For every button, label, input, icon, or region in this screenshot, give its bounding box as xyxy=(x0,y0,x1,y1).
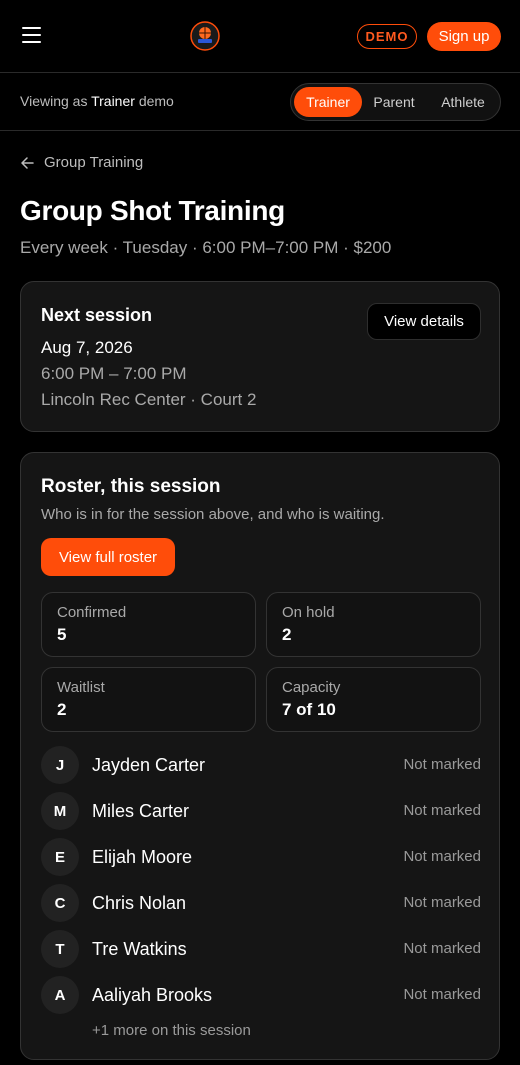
menu-icon[interactable] xyxy=(22,26,42,44)
attendance-status[interactable]: Not marked xyxy=(403,940,481,957)
attendance-status[interactable]: Not marked xyxy=(403,986,481,1003)
back-link[interactable]: Group Training xyxy=(20,154,143,171)
page-title: Group Shot Training xyxy=(20,195,285,226)
player-name: Miles Carter xyxy=(92,801,190,821)
roster-row[interactable]: E Elijah Moore Not marked xyxy=(41,838,481,876)
view-full-roster-button[interactable]: View full roster xyxy=(41,538,175,576)
avatar: J xyxy=(41,746,79,784)
next-session-heading: Next session xyxy=(41,305,153,325)
avatar: C xyxy=(41,884,79,922)
viewing-suffix: demo xyxy=(138,93,174,109)
player-name: Jayden Carter xyxy=(92,755,206,775)
player-name: Tre Watkins xyxy=(92,939,187,959)
attendance-status[interactable]: Not marked xyxy=(403,802,481,819)
page-subtitle: Every week · Tuesday · 6:00 PM–7:00 PM ·… xyxy=(20,238,392,257)
session-time: 6:00 PM – 7:00 PM xyxy=(41,364,187,383)
player-name: Chris Nolan xyxy=(92,893,187,913)
session-date: Aug 7, 2026 xyxy=(41,338,133,357)
role-switcher: Trainer Parent Athlete xyxy=(290,83,501,121)
roster-row[interactable]: M Miles Carter Not marked xyxy=(41,792,481,830)
role-tab-athlete[interactable]: Athlete xyxy=(428,87,498,117)
avatar: M xyxy=(41,792,79,830)
roster-heading: Roster, this session xyxy=(41,476,221,497)
stat-on-hold: On hold 2 xyxy=(266,592,481,657)
viewing-as-text: Viewing as Trainer demo xyxy=(20,93,174,109)
viewing-prefix: Viewing as xyxy=(20,93,88,109)
signup-button[interactable]: Sign up xyxy=(427,22,501,51)
avatar: A xyxy=(41,976,79,1014)
roster-row[interactable]: A Aaliyah Brooks Not marked xyxy=(41,976,481,1014)
role-tab-parent[interactable]: Parent xyxy=(363,87,425,117)
stat-label: Confirmed xyxy=(57,604,127,621)
player-name: Elijah Moore xyxy=(92,847,193,867)
arrow-left-icon xyxy=(21,156,34,169)
attendance-status[interactable]: Not marked xyxy=(403,894,481,911)
demo-badge: DEMO xyxy=(357,24,417,49)
stat-value: 2 xyxy=(57,700,67,719)
attendance-status[interactable]: Not marked xyxy=(403,756,481,773)
roster-card: Roster, this session Who is in for the s… xyxy=(20,452,500,1060)
hoopshot-logo[interactable] xyxy=(190,21,220,51)
avatar: T xyxy=(41,930,79,968)
stat-label: Waitlist xyxy=(57,679,105,696)
stat-label: Capacity xyxy=(282,679,341,696)
stat-waitlist: Waitlist 2 xyxy=(41,667,256,732)
avatar: E xyxy=(41,838,79,876)
viewing-role: Trainer xyxy=(91,93,135,109)
stat-value: 5 xyxy=(57,625,67,644)
back-link-label: Group Training xyxy=(44,154,144,171)
session-location: Lincoln Rec Center · Court 2 xyxy=(41,390,257,409)
stat-label: On hold xyxy=(282,604,335,621)
view-details-button[interactable]: View details xyxy=(367,303,481,340)
roster-row[interactable]: T Tre Watkins Not marked xyxy=(41,930,481,968)
top-bar: DEMO Sign up xyxy=(0,0,520,73)
stat-value: 7 of 10 xyxy=(282,700,336,719)
stat-value: 2 xyxy=(282,625,292,644)
more-players-text: +1 more on this session xyxy=(92,1022,251,1039)
next-session-card: Next session Aug 7, 2026 6:00 PM – 7:00 … xyxy=(20,281,500,432)
roster-description: Who is in for the session above, and who… xyxy=(41,506,385,523)
view-as-bar: Viewing as Trainer demo Trainer Parent A… xyxy=(0,73,520,131)
role-tab-trainer[interactable]: Trainer xyxy=(294,87,362,117)
stat-confirmed: Confirmed 5 xyxy=(41,592,256,657)
player-name: Aaliyah Brooks xyxy=(92,985,213,1005)
attendance-status[interactable]: Not marked xyxy=(403,848,481,865)
roster-row[interactable]: J Jayden Carter Not marked xyxy=(41,746,481,784)
stat-capacity: Capacity 7 of 10 xyxy=(266,667,481,732)
roster-row[interactable]: C Chris Nolan Not marked xyxy=(41,884,481,922)
